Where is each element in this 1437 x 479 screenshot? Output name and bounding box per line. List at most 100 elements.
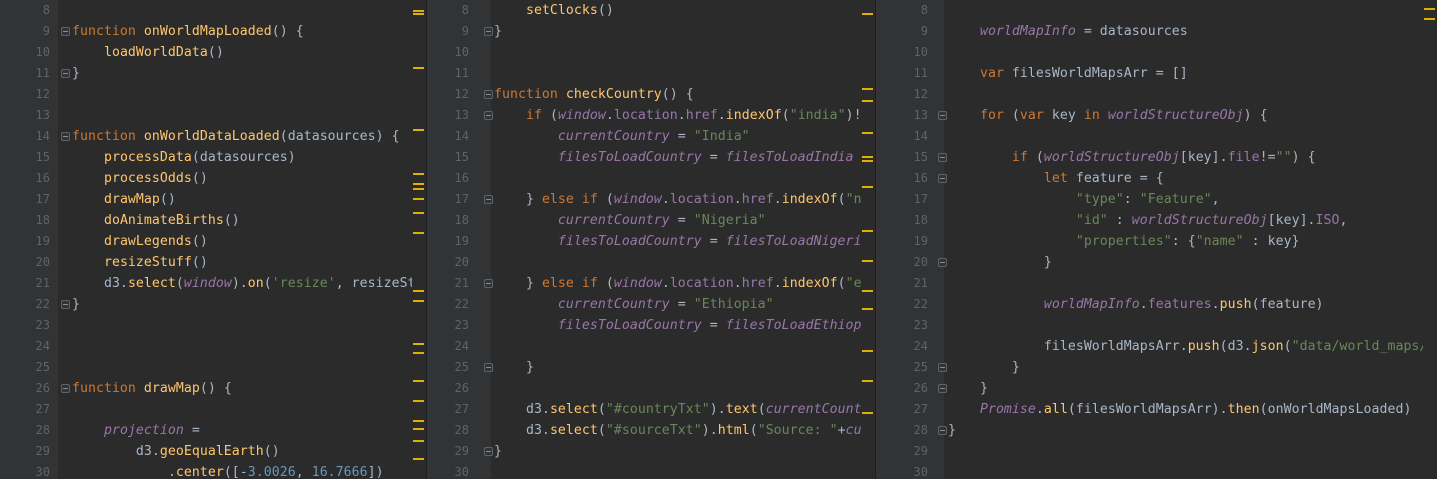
fold-marker-icon[interactable]: [61, 384, 70, 393]
code-area-left[interactable]: 8 9 10 11 12 13 14 15 16 17 18 19 20 21 22 23 24 25 26 27 28…: [0, 0, 412, 479]
code-line[interactable]: }: [72, 63, 80, 84]
fold-marker-icon[interactable]: [938, 153, 947, 162]
code-line[interactable]: d3.geoEqualEarth(): [72, 441, 280, 462]
line-number[interactable]: 24: [439, 336, 469, 357]
scrollbar-warning-mark[interactable]: [862, 260, 873, 262]
line-number[interactable]: 22: [20, 294, 50, 315]
code-line[interactable]: processOdds(): [72, 168, 208, 189]
code-line[interactable]: projection =: [72, 420, 200, 441]
line-number[interactable]: 26: [898, 378, 928, 399]
code-line[interactable]: for (var key in worldStructureObj) {: [948, 105, 1268, 126]
line-number[interactable]: 25: [439, 357, 469, 378]
line-number[interactable]: 13: [898, 105, 928, 126]
scrollbar-warning-mark[interactable]: [862, 380, 873, 382]
fold-marker-icon[interactable]: [938, 363, 947, 372]
scrollbar-warning-mark[interactable]: [413, 188, 424, 190]
scrollbar-warning-mark[interactable]: [862, 100, 873, 102]
editor-pane-right[interactable]: 8 9 10 11 12 13 14 15 16 17 18 19 20 21 22 23 24 25 26 27 28…: [876, 0, 1437, 479]
line-number[interactable]: 25: [20, 357, 50, 378]
code-line[interactable]: function onWorldDataLoaded(datasources) …: [72, 126, 400, 147]
line-number[interactable]: 30: [20, 462, 50, 479]
scrollbar-warning-mark[interactable]: [413, 183, 424, 185]
code-area-right[interactable]: 8 9 10 11 12 13 14 15 16 17 18 19 20 21 22 23 24 25 26 27 28…: [876, 0, 1437, 479]
code-line[interactable]: if (window.location.href.indexOf("india"…: [494, 105, 875, 126]
scrollbar-warning-mark[interactable]: [862, 88, 873, 90]
scrollbar-warning-mark[interactable]: [862, 290, 873, 292]
code-line[interactable]: d3.select(window).on('resize', resizeStu…: [72, 273, 412, 294]
code-area-middle[interactable]: 8 9 10 11 12 13 14 15 16 17 18 19 20 21 22 23 24 25 26 27 28…: [427, 0, 875, 479]
code-line[interactable]: d3.select("#sourceTxt").html("Source: "+…: [494, 420, 875, 441]
scrollbar-warning-mark[interactable]: [413, 13, 424, 15]
code-line[interactable]: function drawMap() {: [72, 378, 232, 399]
line-number[interactable]: 9: [439, 21, 469, 42]
code-line[interactable]: "id" : worldStructureObj[key].ISO,: [948, 210, 1348, 231]
line-number[interactable]: 17: [20, 189, 50, 210]
line-number[interactable]: 24: [898, 336, 928, 357]
line-number[interactable]: 21: [20, 273, 50, 294]
fold-marker-icon[interactable]: [61, 69, 70, 78]
scrollbar-right[interactable]: [1423, 0, 1437, 479]
line-number[interactable]: 18: [898, 210, 928, 231]
fold-marker-icon[interactable]: [61, 27, 70, 36]
scrollbar-warning-mark[interactable]: [413, 458, 424, 460]
scrollbar-warning-mark[interactable]: [1424, 18, 1435, 20]
code-line[interactable]: filesWorldMapsArr.push(d3.json("data/wor…: [948, 336, 1437, 357]
line-number[interactable]: 11: [20, 63, 50, 84]
scrollbar-warning-mark[interactable]: [413, 173, 424, 175]
line-number[interactable]: 19: [898, 231, 928, 252]
line-number[interactable]: 12: [439, 84, 469, 105]
scrollbar-warning-mark[interactable]: [413, 290, 424, 292]
code-line[interactable]: "properties": {"name" : key}: [948, 231, 1300, 252]
code-line[interactable]: "type": "Feature",: [948, 189, 1220, 210]
line-number[interactable]: 11: [898, 63, 928, 84]
scrollbar-warning-mark[interactable]: [413, 400, 424, 402]
scrollbar-warning-mark[interactable]: [413, 440, 424, 442]
line-number[interactable]: 25: [898, 357, 928, 378]
line-number[interactable]: 10: [898, 42, 928, 63]
code-line[interactable]: .center([-3.0026, 16.7666]): [72, 462, 384, 479]
code-line[interactable]: if (worldStructureObj[key].file!="") {: [948, 147, 1316, 168]
scrollbar-warning-mark[interactable]: [413, 232, 424, 234]
fold-marker-icon[interactable]: [938, 111, 947, 120]
code-line[interactable]: drawMap(): [72, 189, 176, 210]
code-line[interactable]: }: [948, 357, 1020, 378]
scrollbar-warning-mark[interactable]: [862, 186, 873, 188]
code-line[interactable]: worldMapInfo = datasources: [948, 21, 1188, 42]
fold-marker-icon[interactable]: [484, 111, 493, 120]
scrollbar-warning-mark[interactable]: [413, 420, 424, 422]
code-line[interactable]: var filesWorldMapsArr = []: [948, 63, 1188, 84]
line-number[interactable]: 22: [898, 294, 928, 315]
scrollbar-warning-mark[interactable]: [862, 13, 873, 15]
line-number[interactable]: 15: [20, 147, 50, 168]
line-number[interactable]: 23: [20, 315, 50, 336]
scrollbar-warning-mark[interactable]: [862, 132, 873, 134]
scrollbar-warning-mark[interactable]: [413, 67, 424, 69]
line-number[interactable]: 12: [898, 84, 928, 105]
line-number[interactable]: 16: [20, 168, 50, 189]
line-number[interactable]: 23: [439, 315, 469, 336]
scrollbar-middle[interactable]: [861, 0, 875, 479]
line-number[interactable]: 8: [439, 0, 469, 21]
code-line[interactable]: currentCountry = "India": [494, 126, 750, 147]
line-number[interactable]: 16: [898, 168, 928, 189]
code-line[interactable]: filesToLoadCountry = filesToLoadEthiopia: [494, 315, 875, 336]
code-line[interactable]: function checkCountry() {: [494, 84, 694, 105]
code-line[interactable]: resizeStuff(): [72, 252, 208, 273]
line-number[interactable]: 18: [20, 210, 50, 231]
code-line[interactable]: function onWorldMapLoaded() {: [72, 21, 304, 42]
fold-marker-icon[interactable]: [938, 384, 947, 393]
editor-pane-left[interactable]: 8 9 10 11 12 13 14 15 16 17 18 19 20 21 22 23 24 25 26 27 28…: [0, 0, 426, 479]
fold-marker-icon[interactable]: [484, 447, 493, 456]
scrollbar-warning-mark[interactable]: [413, 10, 424, 12]
fold-marker-icon[interactable]: [484, 363, 493, 372]
code-line[interactable]: d3.select("#countryTxt").text(currentCou…: [494, 399, 875, 420]
code-line[interactable]: }: [494, 357, 534, 378]
scrollbar-warning-mark[interactable]: [862, 230, 873, 232]
fold-marker-icon[interactable]: [938, 426, 947, 435]
line-number[interactable]: 18: [439, 210, 469, 231]
scrollbar-warning-mark[interactable]: [413, 129, 424, 131]
line-number[interactable]: 29: [898, 441, 928, 462]
fold-marker-icon[interactable]: [61, 300, 70, 309]
line-number[interactable]: 12: [20, 84, 50, 105]
line-number[interactable]: 20: [439, 252, 469, 273]
